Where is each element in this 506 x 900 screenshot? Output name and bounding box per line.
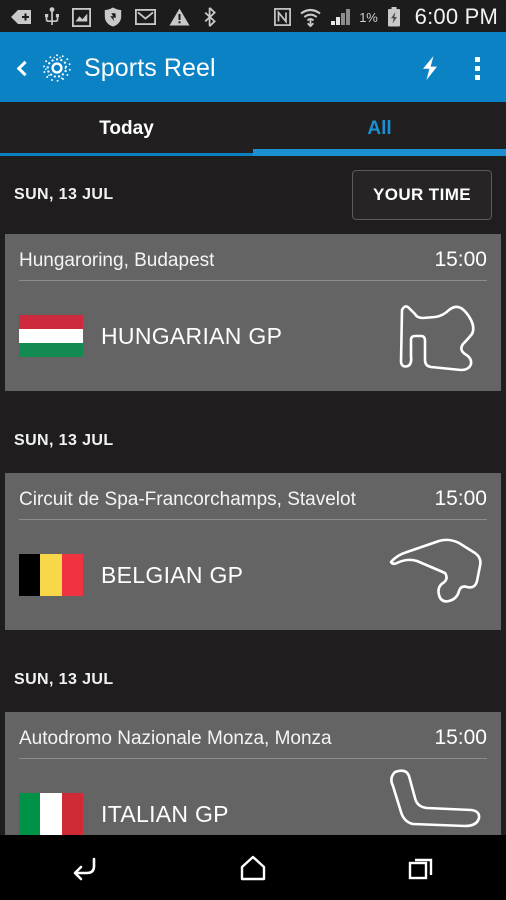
race-card-body: ITALIAN GP [19,759,487,835]
tab-all[interactable]: All [253,102,506,156]
your-time-button[interactable]: YOUR TIME [351,170,492,220]
circuit-name: Hungaroring, Budapest [19,250,215,271]
list-gap [0,391,506,409]
battery-charging-icon [387,7,400,27]
tab-today[interactable]: Today [0,102,253,156]
app-bar: Sports Reel [0,34,506,102]
race-name: BELGIAN GP [101,561,244,588]
back-arrow-plus-icon [11,10,31,24]
lightning-bolt-button[interactable] [406,44,454,92]
back-icon [74,857,96,880]
list-gap [0,630,506,648]
gmail-icon [135,9,156,25]
status-bar-left-icons [10,7,217,27]
android-nav-bar [0,835,506,900]
wifi-icon [300,8,321,27]
lightning-bolt-icon [423,56,437,80]
tab-today-label: Today [99,118,154,139]
race-time: 15:00 [434,248,487,271]
country-flag-belgium [19,554,83,596]
overflow-menu-button[interactable] [454,44,500,92]
signal-icon [331,9,351,25]
nav-home-button[interactable] [169,835,338,900]
sports-reel-logo-icon [40,51,74,85]
race-card[interactable]: Hungaroring, Budapest 15:00 HUNGARIAN GP [5,234,501,391]
usb-icon [45,7,59,25]
date-header-row: SUN, 13 JUL YOUR TIME [0,156,506,234]
recents-icon [408,858,432,879]
race-time: 15:00 [434,726,487,749]
spa-francorchamps-track-icon [387,525,487,625]
circuit-name: Autodromo Nazionale Monza, Monza [19,728,332,749]
race-name: ITALIAN GP [101,800,229,827]
app-title: Sports Reel [84,53,216,82]
status-bar-clock: 6:00 PM [414,4,498,29]
circuit-name: Circuit de Spa-Francorchamps, Stavelot [19,489,356,510]
race-card[interactable]: Circuit de Spa-Francorchamps, Stavelot 1… [5,473,501,630]
race-list[interactable]: SUN, 13 JUL YOUR TIME Hungaroring, Budap… [0,156,506,835]
status-bar-right-icons: 1% 6:00 PM [274,4,498,30]
back-chevron-icon [16,60,32,76]
app-root: 1% 6:00 PM Sports Reel Today All SUN, 13… [0,0,506,900]
race-card[interactable]: Autodromo Nazionale Monza, Monza 15:00 I… [5,712,501,835]
hungaroring-track-icon [387,286,487,386]
overflow-dot-2 [474,65,480,71]
status-bar: 1% 6:00 PM [0,0,506,34]
tab-bar: Today All [0,102,506,156]
date-header-row: SUN, 13 JUL [0,409,506,473]
race-card-header: Hungaroring, Budapest 15:00 [19,234,487,281]
overflow-dot-3 [474,74,480,80]
nav-back-button[interactable] [0,835,169,900]
country-flag-hungary [19,315,83,357]
date-label: SUN, 13 JUL [14,186,114,203]
battery-percent-label: 1% [359,9,378,25]
bluetooth-icon [204,7,216,27]
race-card-header: Autodromo Nazionale Monza, Monza 15:00 [19,712,487,759]
country-flag-italy [19,793,83,835]
race-card-body: HUNGARIAN GP [19,281,487,391]
status-bar-accent-line [0,32,506,34]
screenshot-icon [72,7,91,27]
race-card-header: Circuit de Spa-Francorchamps, Stavelot 1… [19,473,487,520]
race-name: HUNGARIAN GP [101,322,283,349]
warning-icon [169,8,190,26]
security-shield-icon [104,7,122,27]
race-time: 15:00 [434,487,487,510]
date-label: SUN, 13 JUL [14,671,114,688]
monza-track-icon [387,764,487,835]
overflow-dot-1 [474,56,480,62]
tab-all-label: All [367,118,392,139]
date-label: SUN, 13 JUL [14,432,114,449]
race-card-body: BELGIAN GP [19,520,487,630]
home-icon [240,855,266,880]
nfc-icon [274,8,292,26]
back-button[interactable] [8,46,36,90]
nav-recents-button[interactable] [337,835,506,900]
date-header-row: SUN, 13 JUL [0,648,506,712]
